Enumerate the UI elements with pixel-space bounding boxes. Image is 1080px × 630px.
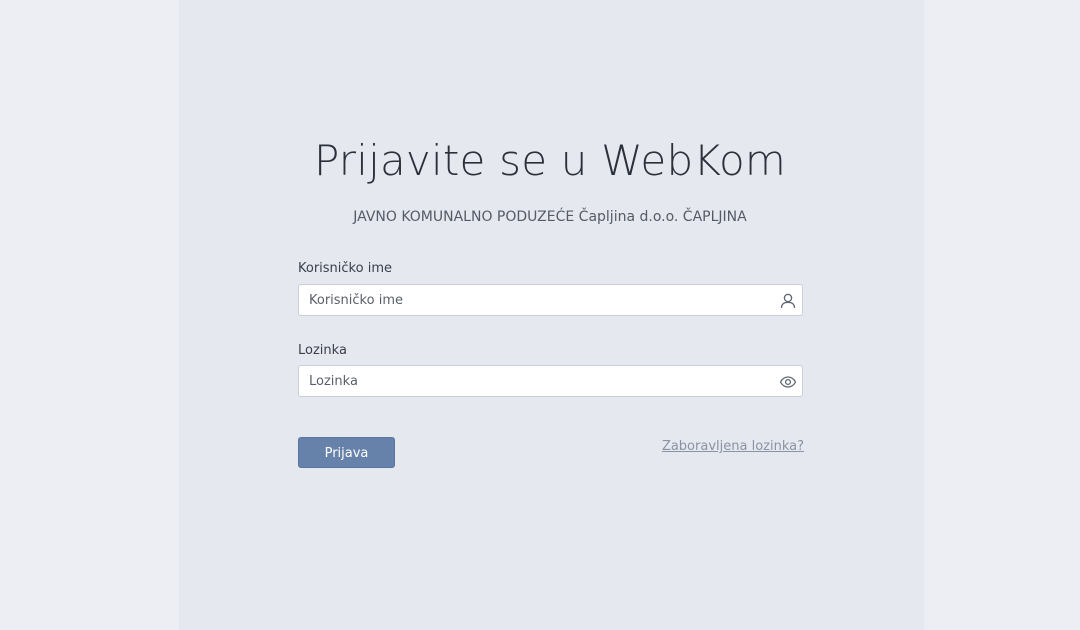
username-label: Korisničko ime [298,261,392,276]
page-title: Prijavite se u WebKom [314,136,786,185]
user-icon [779,292,797,310]
eye-icon[interactable] [779,373,797,391]
password-label: Lozinka [298,343,347,358]
login-button[interactable]: Prijava [298,437,395,468]
company-name: JAVNO KOMUNALNO PODUZEĆE Čapljina d.o.o.… [353,209,747,225]
password-field-container [298,365,803,397]
forgot-password-link[interactable]: Zaboravljena lozinka? [662,439,804,454]
username-input[interactable] [309,285,774,315]
username-field-container [298,284,803,316]
password-input[interactable] [309,366,774,396]
page: Prijavite se u WebKom JAVNO KOMUNALNO PO… [0,0,1080,630]
